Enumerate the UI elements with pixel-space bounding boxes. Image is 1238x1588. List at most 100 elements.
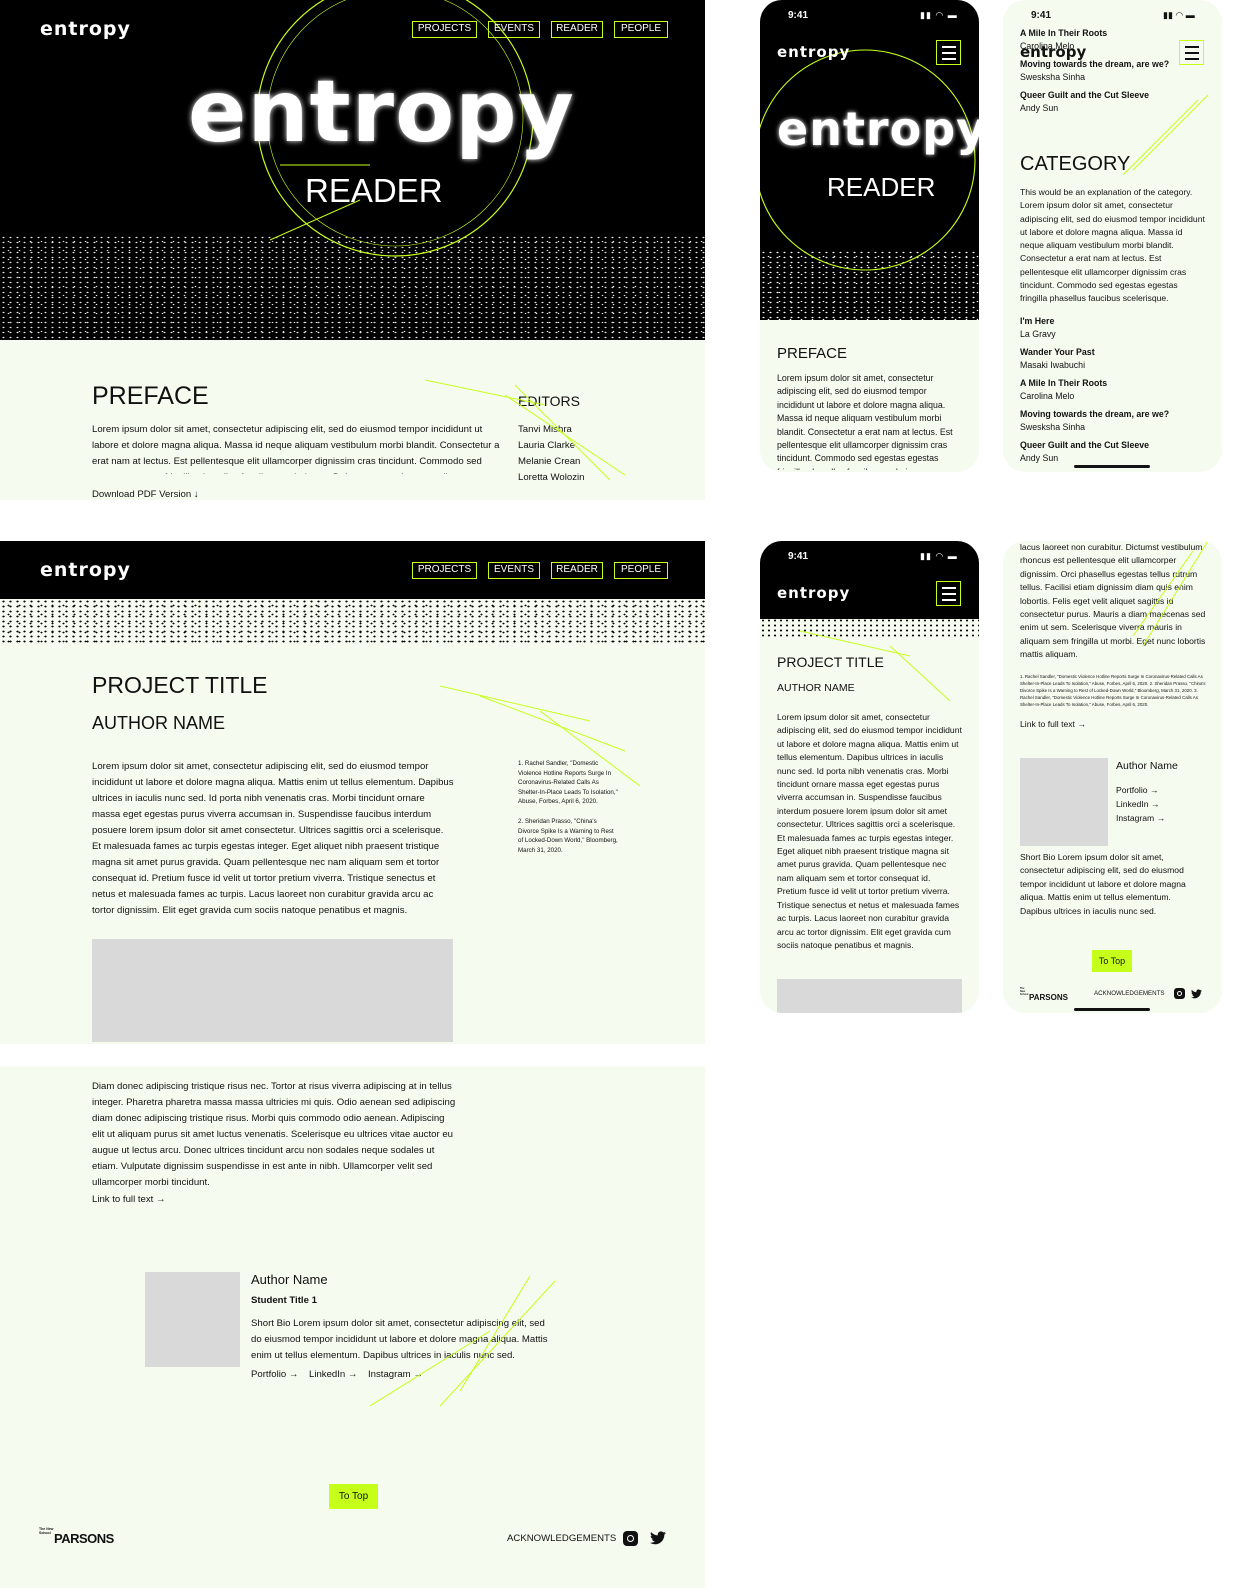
mobile-reader-frame: 9:41 ▮▮ ◠ ▬ entropy entropy READER PREFA… [760,0,979,472]
hero-subtitle: READER [305,172,443,209]
project-title: PROJECT TITLE [92,672,268,698]
nav-people[interactable]: PEOPLE [614,21,668,38]
status-time: 9:41 [788,10,809,21]
author-portfolio-link[interactable]: Portfolio → [251,1369,298,1380]
mobile-preface-heading: PREFACE [777,345,848,362]
to-top-button[interactable]: To Top [329,1484,378,1509]
category-list: I'm Here La Gravy Wander Your Past Masak… [1020,316,1210,466]
category-item-author: La Gravy [1020,329,1056,339]
author-instagram-link[interactable]: Instagram → [1116,813,1165,823]
mobile-project-body: Lorem ipsum dolor sit amet, consectetur … [777,712,962,950]
category-item-title[interactable]: A Mile In Their Roots [1020,378,1210,391]
preface-heading: PREFACE [92,382,209,410]
instagram-icon[interactable] [623,1531,638,1546]
header-logo[interactable]: entropy [40,18,131,40]
nav-projects[interactable]: PROJECTS [412,21,477,38]
instagram-icon[interactable] [1174,988,1185,999]
lime-scribble-decoration [370,1275,556,1407]
menu-button[interactable] [936,581,961,606]
category-item-title[interactable]: Moving towards the dream, are we? [1020,59,1169,69]
category-item-title[interactable]: I'm Here [1020,316,1210,329]
author-linkedin-link[interactable]: LinkedIn → [1116,799,1159,809]
mobile-logo[interactable]: entropy [777,43,850,61]
lime-scribble-decoration [1132,541,1209,647]
category-heading: CATEGORY [1020,153,1131,175]
mobile-hero-wordmark: entropy [777,102,979,156]
parsons-wordmark: PARSONS [54,1531,114,1546]
category-item-author: Carolina Melo [1020,391,1075,401]
author-card-name: Author Name [251,1272,328,1287]
mobile-hero-subtitle: READER [827,172,936,202]
parsons-logo[interactable]: The New School PARSONS [1020,987,1068,1002]
category-item-author: Swesksha Sinha [1020,72,1086,82]
nav-people[interactable]: PEOPLE [614,562,668,579]
author-photo-placeholder [145,1272,240,1367]
footnote: 2. Sheridan Prasso, "China's Divorce Spi… [518,818,618,854]
status-icons: ▮▮ ◠ ▬ [920,10,958,20]
parsons-small-text: The New School [39,1527,54,1535]
nav-projects[interactable]: PROJECTS [412,562,477,579]
author-card-name: Author Name [1116,760,1178,772]
category-item-title[interactable]: Queer Guilt and the Cut Sleeve [1020,440,1210,453]
category-item-title[interactable]: Wander Your Past [1020,347,1210,360]
to-top-button[interactable]: To Top [1092,950,1132,972]
parsons-wordmark: PARSONS [1029,993,1068,1002]
home-indicator [1074,465,1150,468]
lime-scribble-decoration [800,630,951,702]
twitter-icon[interactable] [650,1531,666,1545]
author-linkedin-link[interactable]: LinkedIn → [309,1369,358,1380]
mobile-logo[interactable]: entropy [777,584,850,602]
nav-reader[interactable]: READER [551,21,603,38]
category-description: This would be an explanation of the cate… [1020,187,1205,304]
project-body: Lorem ipsum dolor sit amet, consectetur … [92,761,454,916]
status-time: 9:41 [788,551,809,562]
header-logo[interactable]: entropy [40,559,131,581]
mobile-category-frame: 9:41 ▮▮ ◠ ▬ A Mile In Their Roots Caroli… [1003,0,1222,472]
nav-events[interactable]: EVENTS [488,562,540,579]
full-text-link[interactable]: Link to full text → [92,1194,166,1205]
mobile-preface-body: Lorem ipsum dolor sit amet, consectetur … [777,373,953,470]
project-body-continued: Diam donec adipiscing tristique risus ne… [92,1081,456,1188]
status-icons: ▮▮ ◠ ▬ [920,551,958,561]
mobile-project-frame: 9:41 ▮▮ ◠ ▬ entropy PROJECT TITLE AUTHOR… [760,541,979,1013]
category-item-title[interactable]: Moving towards the dream, are we? [1020,409,1210,422]
download-pdf-link[interactable]: Download PDF Version ↓ [92,489,199,500]
status-icons: ▮▮ ◠ ▬ [1163,10,1195,20]
category-item-author: Swesksha Sinha [1020,422,1086,432]
author-card-bio: Short Bio Lorem ipsum dolor sit amet, co… [1020,852,1186,916]
category-item-title[interactable]: A Mile In Their Roots [1020,28,1107,38]
mobile-hero: 9:41 ▮▮ ◠ ▬ entropy entropy READER [760,0,979,320]
author-photo-placeholder [1020,758,1108,846]
parsons-logo[interactable]: The New School PARSONS [39,1527,114,1546]
mobile-project-header: 9:41 ▮▮ ◠ ▬ entropy [760,541,979,619]
lime-scribble-decoration [425,379,626,481]
author-portfolio-link[interactable]: Portfolio → [1116,785,1159,795]
hero: entropy PROJECTS EVENTS READER PEOPLE en… [0,0,705,340]
acknowledgements-link[interactable]: ACKNOWLEDGEMENTS [1094,990,1164,997]
home-indicator [1074,1008,1150,1011]
mobile-hero-circle [760,49,976,271]
category-item-author: Andy Sun [1020,103,1059,113]
menu-button[interactable] [1179,40,1204,65]
project-author: AUTHOR NAME [92,713,226,733]
image-placeholder [92,939,453,1042]
desktop-project-frame: entropy PROJECTS EVENTS READER PEOPLE PR… [0,541,705,1588]
menu-button[interactable] [936,40,961,65]
top-nav: PROJECTS EVENTS READER PEOPLE [412,562,668,580]
section-divider [0,1044,705,1066]
image-placeholder [777,979,962,1013]
category-item-author: Masaki Iwabuchi [1020,360,1086,370]
nav-reader[interactable]: READER [551,562,603,579]
twitter-icon[interactable] [1191,989,1202,999]
lime-scribble-decoration [440,685,641,787]
author-card-title: Student Title 1 [251,1295,317,1306]
acknowledgements-link[interactable]: ACKNOWLEDGEMENTS [507,1533,616,1544]
mobile-project-end-frame: lacus laoreet non curabitur. Dictumst ve… [1003,541,1222,1013]
lime-scribble-decoration [1123,95,1209,175]
mobile-footnotes: 1. Rachel Sandler, "Domestic Violence Ho… [1020,674,1206,707]
hero-wordmark: entropy [188,62,575,162]
status-time: 9:41 [1031,10,1052,21]
nav-events[interactable]: EVENTS [488,21,540,38]
full-text-link[interactable]: Link to full text → [1020,719,1086,729]
top-nav: PROJECTS EVENTS READER PEOPLE [412,21,668,39]
